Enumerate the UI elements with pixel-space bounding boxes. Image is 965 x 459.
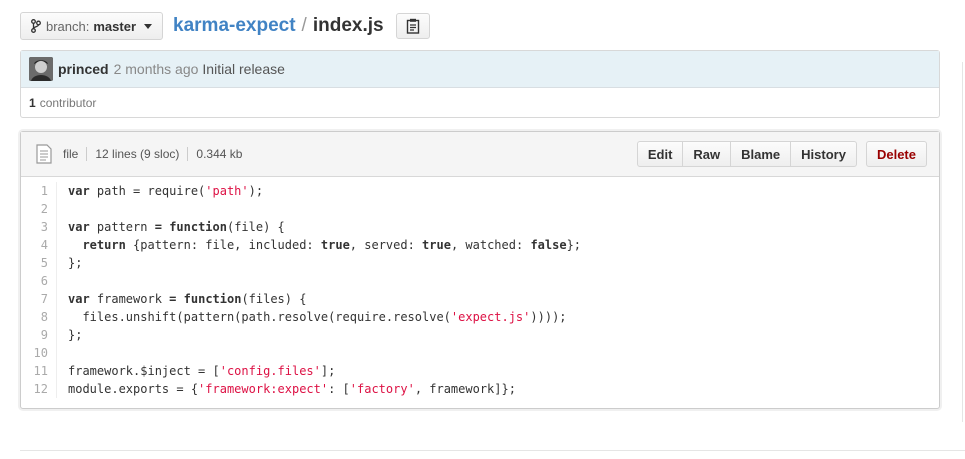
code-keyword: var: [68, 184, 90, 198]
file-viewer: file 12 lines (9 sloc) 0.344 kb Edit Raw…: [20, 131, 940, 409]
code-text: );: [248, 184, 264, 198]
commit-summary: princed 2 months ago Initial release: [21, 51, 939, 88]
code-text: };: [68, 328, 83, 342]
latest-commit-panel: princed 2 months ago Initial release 1 c…: [20, 50, 940, 118]
code-text: module.exports = {: [68, 382, 199, 396]
breadcrumb-repo-link[interactable]: karma-expect: [173, 15, 296, 37]
line-number[interactable]: 9: [21, 326, 48, 344]
code-string: 'expect.js': [450, 310, 531, 324]
code-text: framework.$inject = [: [68, 364, 220, 378]
code-string: 'path': [205, 184, 249, 198]
file-navigation: branch: master karma-expect / index.js: [20, 12, 430, 40]
code-keyword: false: [530, 238, 567, 252]
line-number-gutter: 1 2 3 4 5 6 7 8 9 10 11 12: [21, 182, 57, 398]
code-text: ))));: [530, 310, 567, 324]
line-number[interactable]: 3: [21, 218, 48, 236]
file-actions: Edit Raw Blame History Delete: [636, 141, 927, 167]
line-number[interactable]: 10: [21, 344, 48, 362]
line-number[interactable]: 1: [21, 182, 48, 200]
edit-button[interactable]: Edit: [636, 141, 684, 167]
code-text: , framework]};: [414, 382, 516, 396]
contributors-label: contributor: [39, 96, 97, 110]
file-type: file: [63, 147, 79, 161]
code-text: {pattern: file, included:: [125, 238, 321, 252]
code-keyword: var: [68, 220, 90, 234]
file-text-icon: [36, 144, 52, 164]
line-number[interactable]: 8: [21, 308, 48, 326]
line-number[interactable]: 5: [21, 254, 48, 272]
page-edge: [962, 62, 963, 422]
code-text: };: [566, 238, 582, 252]
code-keyword: function: [183, 292, 242, 306]
commit-message[interactable]: Initial release: [202, 61, 285, 77]
code-line: return {pattern: file, included: true, s…: [68, 236, 581, 254]
branch-selector[interactable]: branch: master: [20, 12, 164, 40]
code-text: , watched:: [450, 238, 531, 252]
raw-button[interactable]: Raw: [682, 141, 732, 167]
line-number[interactable]: 6: [21, 272, 48, 290]
code-text: , served:: [349, 238, 423, 252]
code-keyword: return: [82, 238, 126, 252]
breadcrumb-separator: /: [301, 15, 307, 36]
code-line: };: [68, 326, 581, 344]
code-text: (file) {: [226, 220, 285, 234]
code-string: 'config.files': [219, 364, 321, 378]
commit-author[interactable]: princed: [58, 61, 109, 77]
clipboard-icon: [406, 18, 419, 34]
contributors-count: 1: [29, 96, 36, 110]
blame-button[interactable]: Blame: [730, 141, 792, 167]
code-keyword: function: [169, 220, 227, 234]
history-button[interactable]: History: [790, 141, 857, 167]
code-keyword: true: [320, 238, 350, 252]
code-line: var path = require('path');: [68, 182, 581, 200]
contributors-summary[interactable]: 1 contributor: [21, 88, 939, 118]
code-text: : [: [328, 382, 350, 396]
code-line: var pattern = function(file) {: [68, 218, 581, 236]
code-text: (files) {: [241, 292, 307, 306]
code-text: files.unshift(pattern(path.resolve(requi…: [68, 310, 451, 324]
commit-age: 2 months ago: [113, 61, 199, 77]
line-number[interactable]: 11: [21, 362, 48, 380]
branch-name: master: [93, 18, 137, 34]
breadcrumb-file-name: index.js: [312, 15, 384, 36]
file-line-count: 12 lines (9 sloc): [86, 147, 187, 161]
code-text: framework: [89, 292, 170, 306]
divider: [20, 450, 965, 451]
avatar[interactable]: [29, 57, 53, 81]
code-text: };: [68, 256, 83, 270]
breadcrumb: karma-expect / index.js: [173, 15, 384, 37]
file-header: file 12 lines (9 sloc) 0.344 kb Edit Raw…: [21, 132, 939, 177]
copy-path-button[interactable]: [395, 13, 430, 39]
git-branch-icon: [31, 19, 41, 33]
code-text: ];: [320, 364, 336, 378]
code-string: 'framework:expect': [198, 382, 329, 396]
code-keyword: =: [154, 220, 162, 234]
line-number[interactable]: 12: [21, 380, 48, 398]
code-text: path = require(: [89, 184, 206, 198]
code-line: files.unshift(pattern(path.resolve(requi…: [68, 308, 581, 326]
code-lines: var path = require('path'); var pattern …: [57, 182, 581, 398]
avatar-image: [29, 57, 53, 81]
line-number[interactable]: 2: [21, 200, 48, 218]
code-keyword: var: [68, 292, 90, 306]
code-keyword: true: [422, 238, 451, 252]
code-string: 'factory': [349, 382, 415, 396]
code-text: pattern: [89, 220, 155, 234]
code-line: module.exports = {'framework:expect': ['…: [68, 380, 581, 398]
code-line: framework.$inject = ['config.files'];: [68, 362, 581, 380]
branch-label: branch:: [46, 18, 90, 34]
code-line: var framework = function(files) {: [68, 290, 581, 308]
delete-button[interactable]: Delete: [865, 141, 927, 167]
line-number[interactable]: 4: [21, 236, 48, 254]
code-view: 1 2 3 4 5 6 7 8 9 10 11 12 var path = require('path…: [21, 177, 939, 398]
line-number[interactable]: 7: [21, 290, 48, 308]
chevron-down-icon: [144, 23, 153, 29]
code-line: };: [68, 254, 581, 272]
file-size: 0.344 kb: [187, 147, 250, 161]
